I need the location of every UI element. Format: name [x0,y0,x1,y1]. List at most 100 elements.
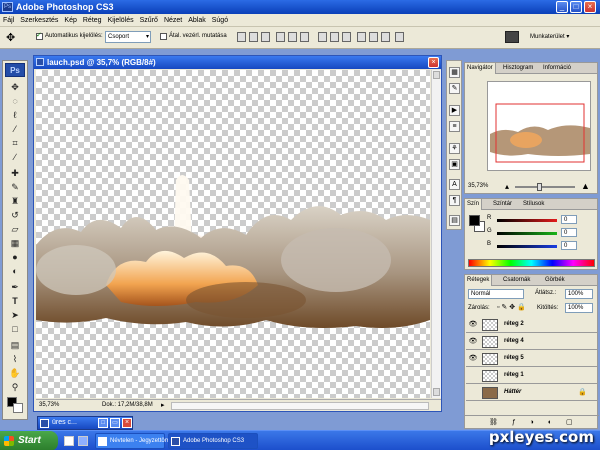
crop-icon[interactable]: ⌗ [8,137,22,149]
canvas[interactable] [36,70,430,398]
color-spectrum-bar[interactable] [468,259,595,267]
layer-comps-icon[interactable]: ▤ [449,215,460,226]
restore-icon[interactable]: □ [98,418,108,428]
zoom-in-icon[interactable]: ▲ [581,181,590,191]
document-close-button[interactable]: × [428,57,439,68]
tool-presets-icon[interactable]: ✎ [449,83,460,94]
layer-item[interactable]: 👁 réteg 5 [466,351,597,367]
workspace-button[interactable]: Munkaterület ▾ [530,33,569,40]
history-panel-icon[interactable]: ≡ [449,121,460,132]
magic-wand-icon[interactable]: ⁄ [8,123,22,135]
document-vertical-scrollbar[interactable] [431,70,441,398]
align-bottom-icon[interactable] [261,32,270,42]
tab-histogram[interactable]: Hisztogram [501,63,535,74]
tab-navigator[interactable]: Navigátor [465,63,496,74]
layer-item[interactable]: 👁 réteg 4 [466,334,597,350]
align-right-icon[interactable] [300,32,309,42]
eye-icon[interactable]: 👁 [468,354,478,363]
eyedropper-icon[interactable]: ⌇ [8,353,22,365]
eye-icon[interactable] [468,388,478,397]
blur-icon[interactable]: ● [8,251,22,263]
menu-view[interactable]: Nézet [161,14,185,27]
document-horizontal-scrollbar[interactable] [171,402,429,410]
align-left-icon[interactable] [276,32,285,42]
menu-help[interactable]: Súgó [209,14,231,27]
tab-color[interactable]: Szín [465,199,483,210]
quick-launch-icon[interactable] [64,436,74,446]
distribute-vcenter-icon[interactable] [330,32,339,42]
actions-panel-icon[interactable]: ▶ [449,105,460,116]
notes-icon[interactable]: ▤ [8,339,22,351]
marquee-icon[interactable]: ◌ [8,95,22,107]
eye-icon[interactable] [468,371,478,380]
background-color-swatch[interactable] [13,403,23,413]
maximize-icon[interactable]: ▭ [110,418,120,428]
align-top-icon[interactable] [237,32,246,42]
close-button[interactable]: × [584,1,596,13]
menu-window[interactable]: Ablak [185,14,209,27]
tab-layers[interactable]: Rétegek [465,275,493,286]
slice-icon[interactable]: ∕ [8,151,22,163]
navigator-thumbnail[interactable] [487,81,591,171]
scroll-down-arrow[interactable] [433,388,440,396]
menu-image[interactable]: Kép [61,14,79,27]
tab-info[interactable]: Információ [541,63,573,74]
tab-swatches[interactable]: Színtár [491,199,514,210]
channel-r-input[interactable]: 0 [561,215,577,224]
distribute-top-icon[interactable] [318,32,327,42]
path-select-icon[interactable]: ➤ [8,309,22,321]
menu-filter[interactable]: Szűrő [137,14,161,27]
paragraph-panel-icon[interactable]: ¶ [449,195,460,206]
eye-icon[interactable]: 👁 [468,320,478,329]
zoom-readout[interactable]: 35,73% [39,400,59,411]
fill-input[interactable]: 100% [565,303,593,313]
taskbar-item-notepad[interactable]: Névtelen - Jegyzettömb [95,433,173,449]
gradient-icon[interactable]: ▦ [8,237,22,249]
layer-item[interactable]: réteg 1 [466,368,597,384]
channel-r-slider[interactable] [497,219,557,222]
close-icon[interactable]: × [122,418,132,428]
minimize-button[interactable]: _ [556,1,568,13]
pen-icon[interactable]: ✒ [8,281,22,293]
tab-paths[interactable]: Görbék [543,275,567,286]
workspace-icon[interactable] [505,31,519,43]
menu-edit[interactable]: Szerkesztés [17,14,61,27]
align-hcenter-icon[interactable] [288,32,297,42]
hand-icon[interactable]: ✋ [8,367,22,379]
status-arrow-icon[interactable]: ▸ [161,400,165,411]
channel-g-input[interactable]: 0 [561,228,577,237]
clone-stamp-icon[interactable]: ♜ [8,195,22,207]
channel-b-slider[interactable] [497,245,557,248]
align-vcenter-icon[interactable] [249,32,258,42]
scroll-up-arrow[interactable] [433,71,440,79]
quick-launch-icon[interactable] [78,436,88,446]
menu-file[interactable]: Fájl [0,14,17,27]
shape-icon[interactable]: □ [8,323,22,335]
channel-b-input[interactable]: 0 [561,241,577,250]
type-icon[interactable]: T [8,295,22,307]
start-button[interactable]: Start [0,431,58,450]
auto-select-dropdown[interactable]: Csoport ▾ [105,31,151,43]
navigator-zoom-slider[interactable] [515,183,575,191]
layer-item[interactable]: Háttér 🔒 [466,385,597,401]
maximize-button[interactable]: □ [570,1,582,13]
taskbar-item-photoshop[interactable]: Adobe Photoshop CS3 [168,433,258,449]
distribute-bottom-icon[interactable] [342,32,351,42]
eraser-icon[interactable]: ▱ [8,223,22,235]
navigator-zoom-readout[interactable]: 35,73% [468,183,488,189]
lock-icons[interactable]: ▫ ✎ ✥ 🔒 [497,303,526,311]
blend-mode-dropdown[interactable]: Normál [468,289,524,299]
auto-select-checkbox[interactable] [36,31,43,40]
layers-footer-icons[interactable]: ⛓ ƒ ◑ ◐ ▢ ▣ 🗑 [465,415,599,439]
menu-layer[interactable]: Réteg [80,14,105,27]
move-icon[interactable]: ✥ [8,81,22,93]
lasso-icon[interactable]: ℓ [8,109,22,121]
brush-panel-icon[interactable]: ▦ [449,67,460,78]
tab-styles[interactable]: Stílusok [521,199,546,210]
paths-panel-icon[interactable]: ▣ [449,159,460,170]
healing-icon[interactable]: ✚ [8,167,22,179]
eye-icon[interactable]: 👁 [468,337,478,346]
navigator-zoom-thumb[interactable] [537,183,542,191]
foreground-color-swatch[interactable] [469,215,480,226]
zoom-out-icon[interactable]: ▴ [505,182,509,191]
